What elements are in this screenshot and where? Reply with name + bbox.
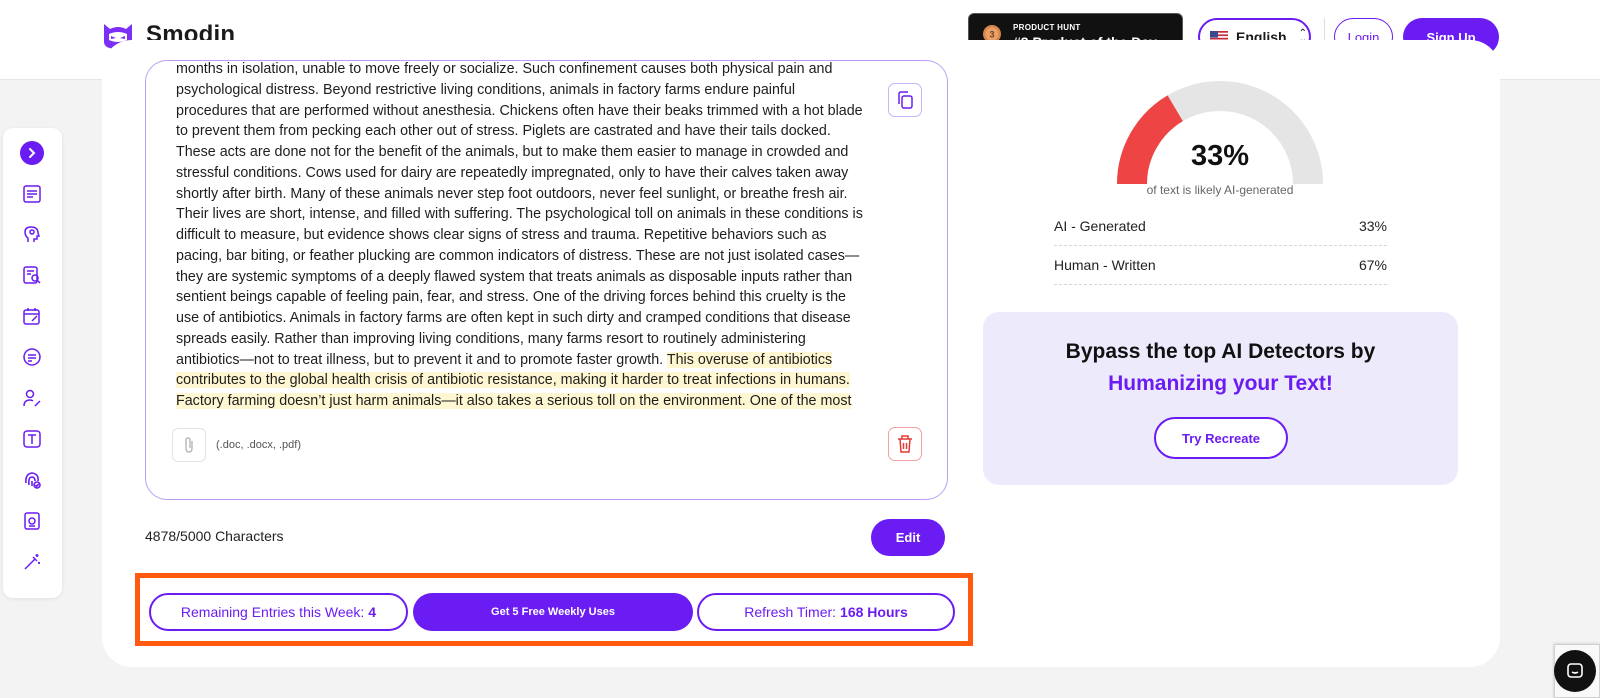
ai-percent: 33%: [1190, 140, 1250, 172]
editor-text[interactable]: months in isolation, unable to move free…: [176, 61, 892, 412]
humanize-promo: Bypass the top AI Detectors by Humanizin…: [983, 312, 1458, 485]
copy-icon: [898, 91, 913, 109]
text-editor[interactable]: months in isolation, unable to move free…: [145, 60, 948, 500]
text-line: contributes to the global health crisis …: [176, 370, 892, 391]
ai-percent-caption: of text is likely AI-generated: [1146, 183, 1294, 197]
refresh-label: Refresh Timer:: [744, 604, 837, 620]
chat-doc-icon[interactable]: [20, 345, 44, 369]
ai-highlight: Factory farming doesn’t just harm animal…: [176, 393, 852, 409]
result-value: 67%: [1358, 257, 1387, 273]
result-row-ai: AI - Generated 33%: [1054, 207, 1387, 246]
refresh-timer-pill: Refresh Timer: 168 Hours: [697, 593, 955, 631]
copy-button[interactable]: [888, 83, 922, 117]
result-row-human: Human - Written 67%: [1054, 246, 1387, 285]
text-line: procedures that are performed without an…: [176, 102, 863, 119]
promo-highlight: Humanizing your Text!: [1108, 372, 1333, 395]
trash-icon: [898, 435, 912, 453]
paperclip-icon: [185, 437, 193, 453]
text-line: stressful conditions. Cows used for dair…: [176, 164, 849, 181]
magic-wand-icon[interactable]: [20, 550, 44, 574]
remaining-value: 4: [368, 604, 377, 620]
text-line: psychological distress. Beyond restricti…: [176, 81, 796, 98]
text-line: pacing, bar biting, or feather plucking …: [176, 247, 860, 264]
product-hunt-small: PRODUCT HUNT: [1013, 23, 1081, 32]
try-recreate-button[interactable]: Try Recreate: [1154, 417, 1288, 459]
chat-launcher-button[interactable]: [1554, 650, 1596, 692]
result-label: Human - Written: [1054, 257, 1156, 273]
attach-file-button[interactable]: [172, 428, 206, 462]
document-search-icon[interactable]: [20, 263, 44, 287]
text-line: Factory farming doesn’t just harm animal…: [176, 391, 892, 412]
document-icon[interactable]: [20, 182, 44, 206]
character-count: 4878/5000 Characters: [145, 528, 284, 544]
promo-heading: Bypass the top AI Detectors by: [1065, 340, 1376, 363]
text-line: shortly after birth. Many of these anima…: [176, 185, 848, 202]
remaining-label: Remaining Entries this Week:: [180, 604, 365, 620]
expand-icon[interactable]: [20, 141, 44, 165]
calendar-edit-icon[interactable]: [20, 304, 44, 328]
text-line: months in isolation, unable to move free…: [176, 61, 833, 77]
text-line: sentient beings capable of feeling pain,…: [176, 289, 846, 306]
text-line: spreads easily. Rather than improving li…: [176, 330, 806, 347]
text-line: use of antibiotics. Animals in factory f…: [176, 310, 851, 326]
tool-sidebar: [3, 128, 62, 598]
plain-text: antibiotics—not to treat illness, but to…: [176, 351, 667, 368]
text-line: difficult to measure, but evidence shows…: [176, 227, 827, 243]
remaining-entries-pill: Remaining Entries this Week: 4: [149, 593, 408, 631]
edit-button[interactable]: Edit: [871, 519, 945, 556]
result-label: AI - Generated: [1054, 218, 1146, 234]
ai-highlight: contributes to the global health crisis …: [176, 372, 850, 389]
brain-icon[interactable]: [20, 222, 44, 246]
file-star-icon[interactable]: [20, 509, 44, 533]
text-line: These acts are done not for the benefit …: [176, 144, 849, 160]
text-line: to prevent them from pecking each other …: [176, 123, 831, 140]
fingerprint-icon[interactable]: [20, 468, 44, 492]
medal-rank: 3: [989, 29, 994, 39]
text-line: they are systemic symptoms of a deeply f…: [176, 268, 853, 285]
delete-button[interactable]: [888, 427, 922, 461]
user-pen-icon[interactable]: [20, 386, 44, 410]
chat-icon: [1567, 663, 1583, 678]
ai-highlight: This overuse of antibiotics: [666, 351, 833, 368]
result-value: 33%: [1358, 218, 1387, 234]
refresh-value: 168 Hours: [840, 604, 908, 620]
text-line: Their lives are short, intense, and fill…: [176, 206, 863, 223]
text-t-icon[interactable]: [20, 427, 44, 451]
get-free-uses-button[interactable]: Get 5 Free Weekly Uses: [413, 593, 693, 631]
file-types-hint: (.doc, .docx, .pdf): [216, 439, 301, 451]
text-line: antibiotics—not to treat illness, but to…: [176, 350, 892, 371]
